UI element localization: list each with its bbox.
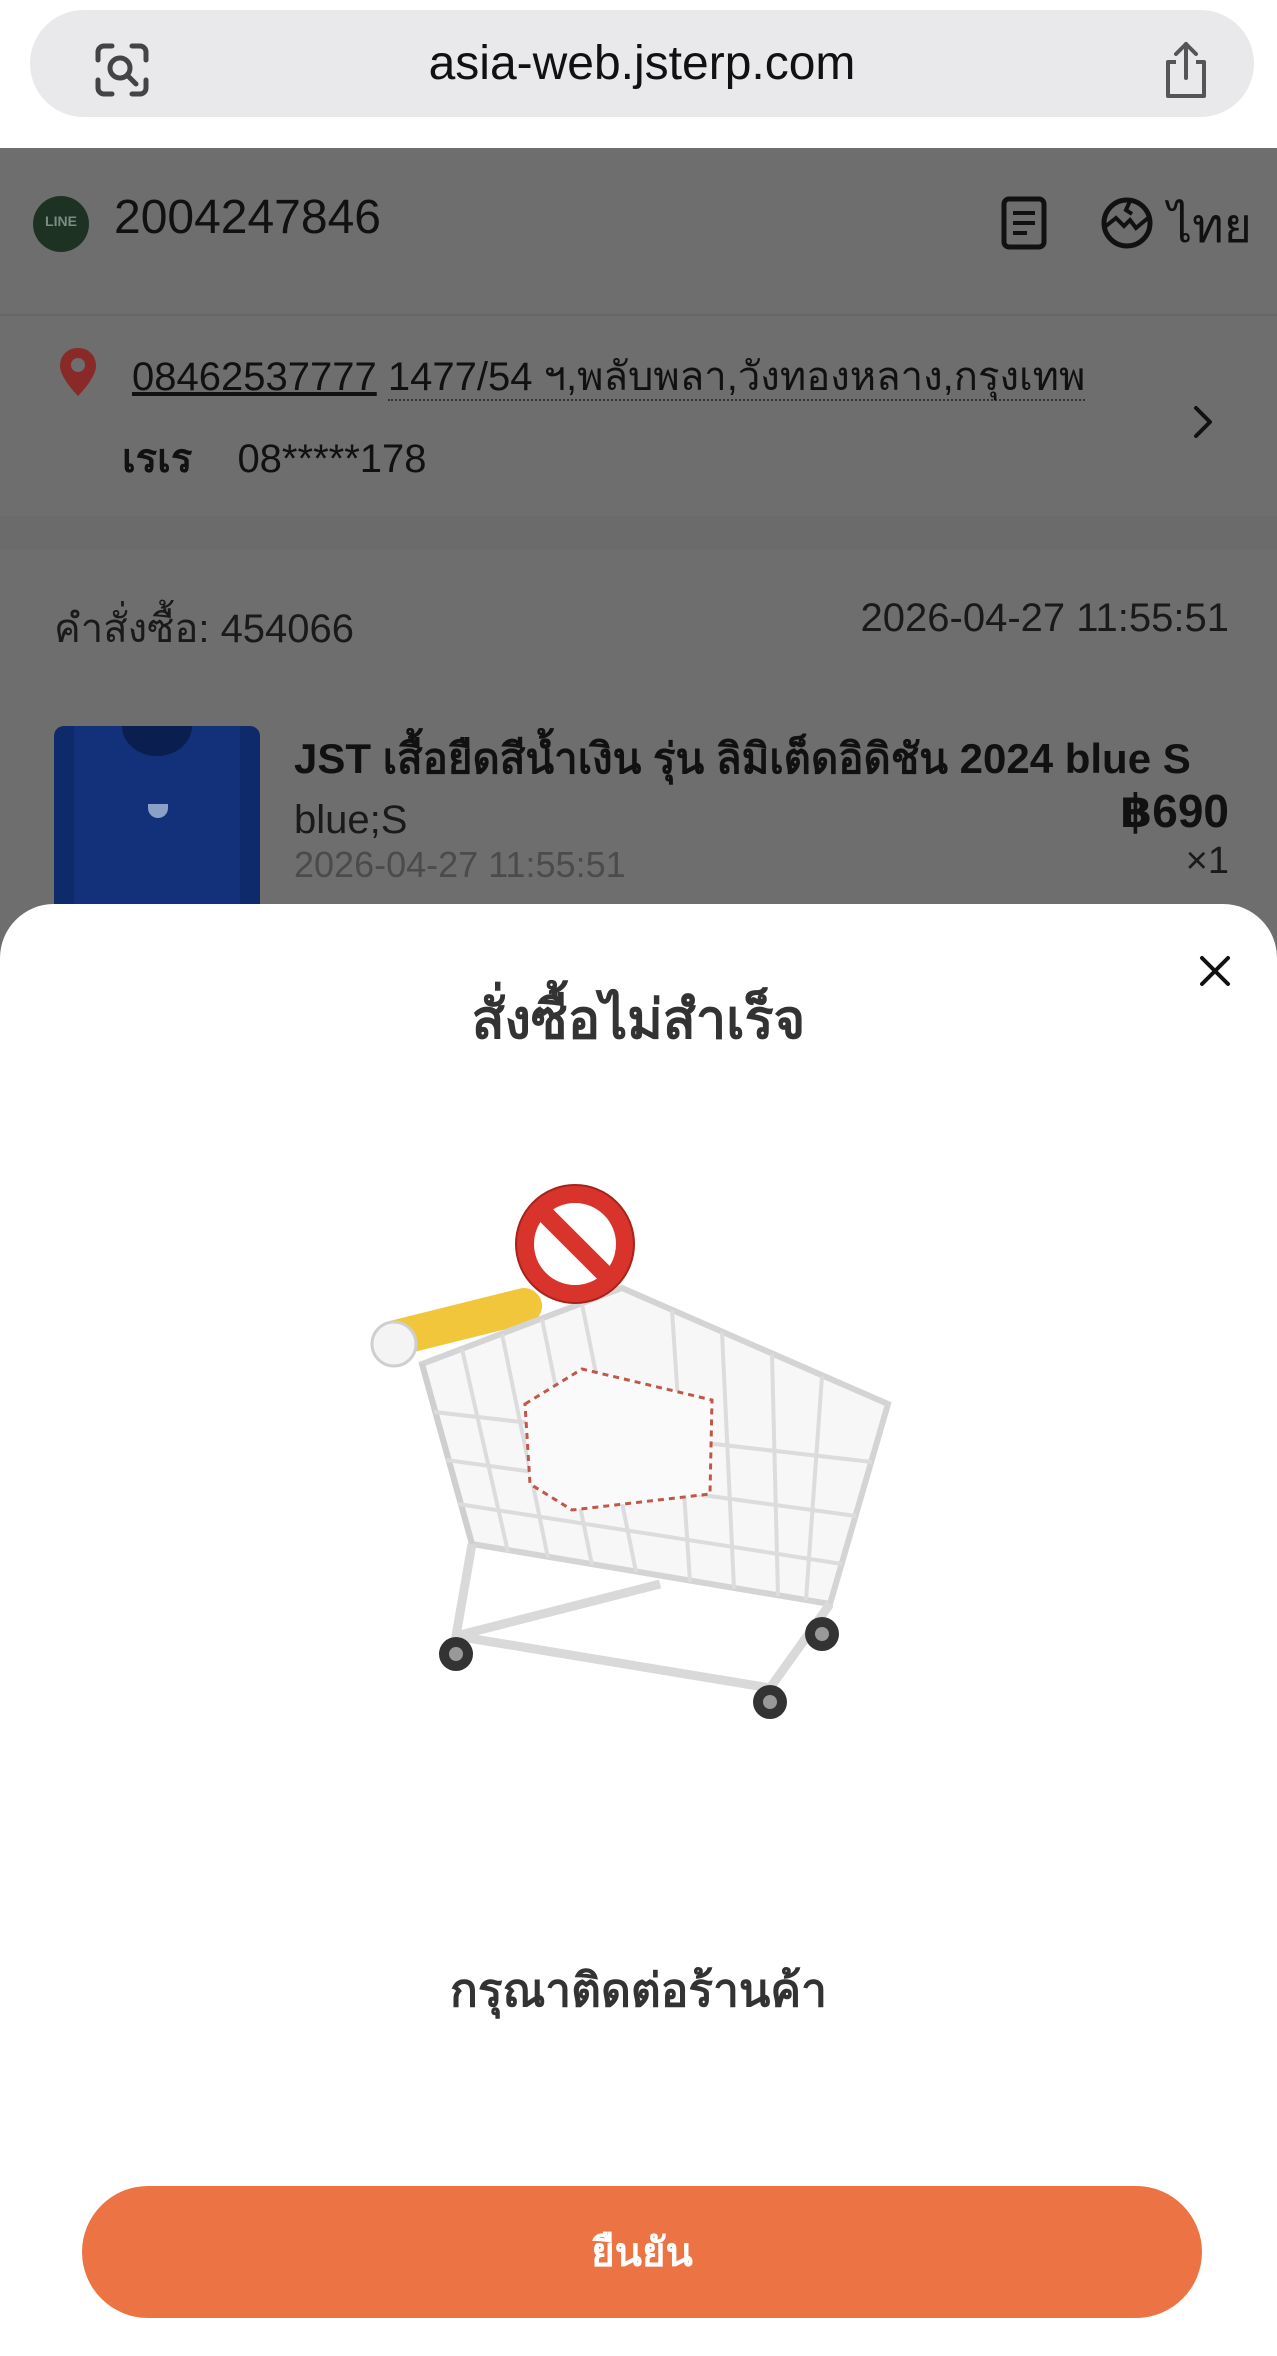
recipient-phone: 08*****178 xyxy=(237,437,427,481)
line-logo-icon: LINE xyxy=(33,196,89,252)
chevron-right-icon[interactable] xyxy=(1190,402,1218,442)
product-quantity: ×1 xyxy=(1185,840,1229,882)
order-failed-modal: สั่งซื้อไม่สำเร็จ กรุณาติดต่อร้านค้า ยืน… xyxy=(0,904,1277,2356)
product-price: ฿690 xyxy=(1120,785,1229,837)
address-line: 08462537777 1477/54 ฯ,พลับพลา,วังทองหลาง… xyxy=(132,344,1086,408)
shopping-cart-prohibited-icon xyxy=(370,1184,892,1719)
recipient-name: เรเร xyxy=(122,437,193,481)
address-bar[interactable]: asia-web.jsterp.com xyxy=(30,10,1254,117)
recipient-line: เรเร 08*****178 xyxy=(122,426,427,490)
product-time: 2026-04-27 11:55:51 xyxy=(294,844,626,885)
modal-title: สั่งซื้อไม่สำเร็จ xyxy=(471,990,806,1050)
order-page-background: LINE 2004247846 ไทย 08462537777 1477/54 … xyxy=(0,148,1277,970)
browser-toolbar: asia-web.jsterp.com xyxy=(0,0,1277,148)
share-icon[interactable] xyxy=(1158,40,1214,100)
globe-icon[interactable] xyxy=(1100,196,1154,250)
product-variant: blue;S xyxy=(294,798,408,842)
location-pin-icon xyxy=(60,348,96,396)
url-text[interactable]: asia-web.jsterp.com xyxy=(30,10,1254,117)
store-header: LINE 2004247846 ไทย xyxy=(0,148,1277,314)
document-icon[interactable] xyxy=(1000,196,1048,250)
product-name: JST เสื้อยืดสีน้ำเงิน รุ่น ลิมิเต็ดอิดิช… xyxy=(294,735,1191,782)
order-number: คำสั่งซื้อ: 454066 xyxy=(54,607,355,651)
order-time: 2026-04-27 11:55:51 xyxy=(860,596,1229,640)
product-thumbnail[interactable] xyxy=(54,726,260,926)
confirm-button[interactable]: ยืนยัน xyxy=(82,2186,1202,2318)
language-switch[interactable]: ไทย xyxy=(1168,188,1252,264)
shipping-address[interactable]: 08462537777 1477/54 ฯ,พลับพลา,วังทองหลาง… xyxy=(0,314,1277,516)
address-street: 1477/54 ฯ,พลับพลา,วังทองหลาง,กรุงเทพ xyxy=(387,355,1086,401)
store-id: 2004247846 xyxy=(114,191,381,244)
modal-message: กรุณาติดต่อร้านค้า xyxy=(450,1964,827,2016)
address-phone: 08462537777 xyxy=(132,355,377,399)
